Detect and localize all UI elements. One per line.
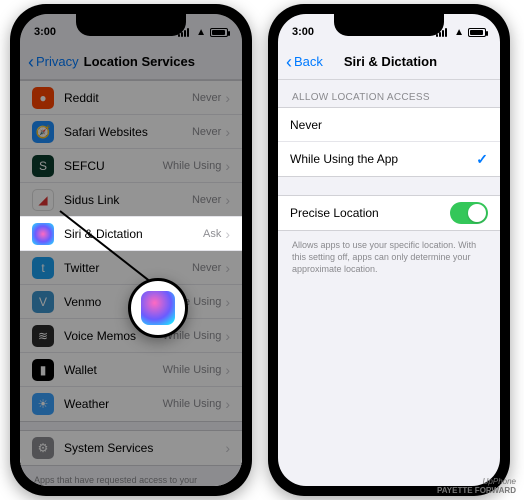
settings-list: ALLOW LOCATION ACCESS Never While Using … <box>278 80 500 289</box>
dim-overlay <box>20 14 242 216</box>
option-while-using[interactable]: While Using the App ✓ <box>278 142 500 176</box>
dim-overlay <box>20 250 242 486</box>
notch <box>76 14 186 36</box>
precise-footnote: Allows apps to use your specific locatio… <box>278 231 500 289</box>
option-never[interactable]: Never <box>278 108 500 142</box>
phone-left: 3:00 ▲ ‹ Privacy Location Services ●Redd… <box>10 4 252 496</box>
phone-right: 3:00 ▲ ‹ Back Siri & Dictation ALLOW LOC… <box>268 4 510 496</box>
section-header: ALLOW LOCATION ACCESS <box>278 80 500 107</box>
screen-left: 3:00 ▲ ‹ Privacy Location Services ●Redd… <box>20 14 242 486</box>
siri-icon <box>141 291 175 325</box>
siri-icon <box>32 223 54 245</box>
notch <box>334 14 444 36</box>
wifi-icon: ▲ <box>454 27 464 38</box>
watermark: UpPhone PAYETTE FORWARD <box>437 478 516 496</box>
screen-right: 3:00 ▲ ‹ Back Siri & Dictation ALLOW LOC… <box>278 14 500 486</box>
page-title: Siri & Dictation <box>289 54 492 69</box>
chevron-right-icon: › <box>225 226 230 242</box>
precise-location-toggle[interactable] <box>450 202 488 224</box>
siri-callout-bubble <box>128 278 188 338</box>
precise-location-row[interactable]: Precise Location <box>278 196 500 230</box>
list-item-siri[interactable]: Siri & DictationAsk› <box>20 217 242 251</box>
status-time: 3:00 <box>292 26 314 38</box>
nav-bar: ‹ Back Siri & Dictation <box>278 44 500 80</box>
battery-icon <box>468 28 486 37</box>
check-icon: ✓ <box>476 151 488 168</box>
